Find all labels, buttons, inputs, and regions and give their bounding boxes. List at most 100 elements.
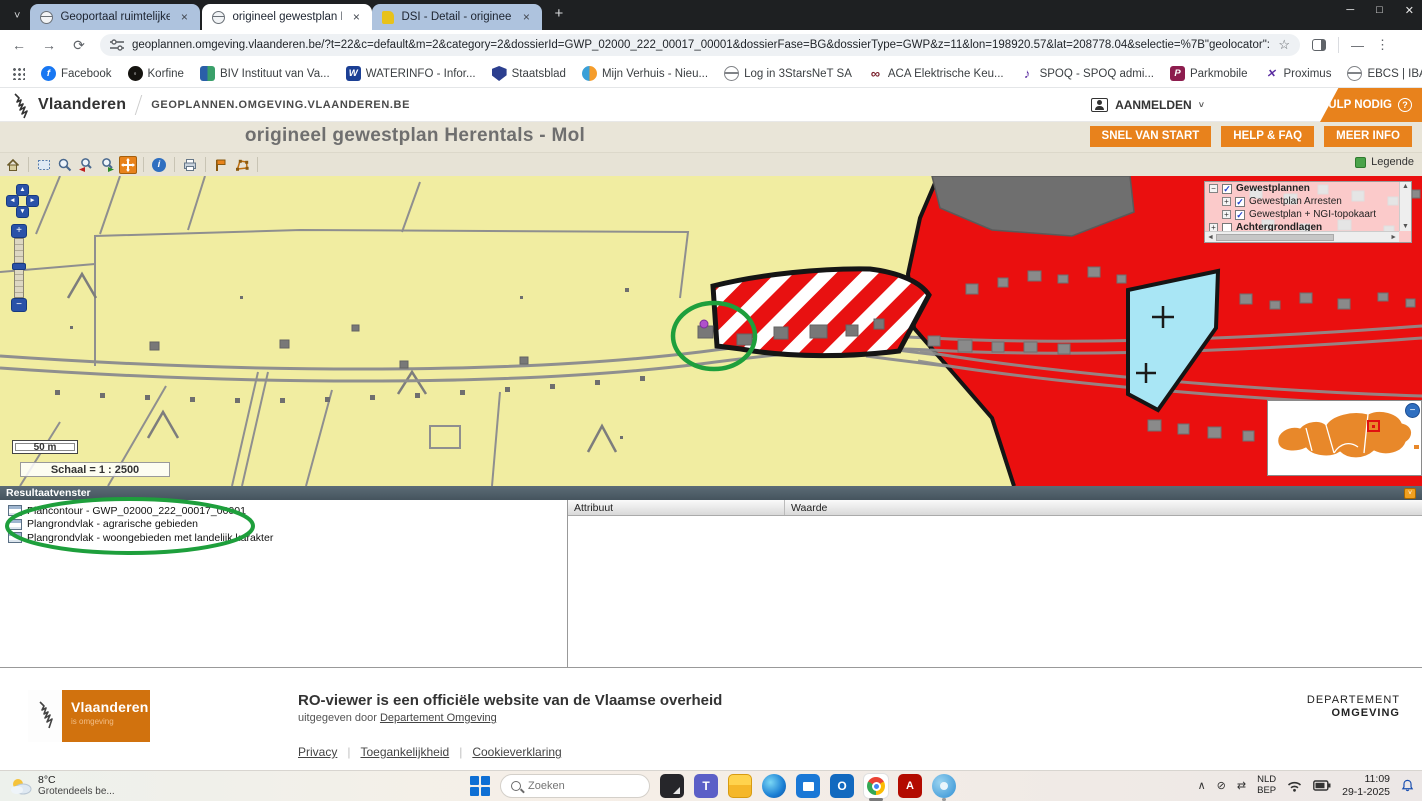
pan-tool-button[interactable] [119,156,137,174]
zoom-full-button[interactable] [56,156,74,174]
column-waarde[interactable]: Waarde [785,500,827,515]
zoom-thumb[interactable] [12,263,26,270]
tab-close-icon[interactable]: × [177,10,191,24]
browser-menu-icon[interactable]: ⋮ [1376,37,1389,53]
checkbox-checked[interactable]: ✓ [1235,210,1245,220]
apps-grid-icon[interactable] [12,67,25,80]
bookmark-waterinfo[interactable]: WWATERINFO - Infor... [346,66,476,81]
map-viewport[interactable]: ▲ ◄ ► ▼ + − − ✓ Gewestplannen + ✓ Gewest… [0,176,1422,486]
legende-button[interactable]: Legende [1355,156,1414,168]
bookmark-facebook[interactable]: fFacebook [41,66,112,81]
scroll-thumb[interactable] [1216,234,1334,241]
overview-collapse-button[interactable]: − [1405,403,1420,418]
side-panel-icon[interactable] [1312,39,1326,51]
brand-name[interactable]: Vlaanderen [38,96,126,114]
app-outlook[interactable]: O [830,774,854,798]
layer-group-gewestplannen[interactable]: − ✓ Gewestplannen [1205,182,1411,195]
new-tab-button[interactable]: + [554,5,563,22]
app-acrobat[interactable]: A [898,774,922,798]
window-minimize-button[interactable]: ─ [1346,4,1354,17]
tab-geoportaal[interactable]: Geoportaal ruimtelijke plannen × [30,4,200,30]
reload-icon[interactable]: ⟳ [70,37,88,54]
app-teams[interactable]: T [694,774,718,798]
tray-overflow-icon[interactable]: ∧ [1198,779,1206,792]
site-settings-icon[interactable] [110,39,124,51]
result-plancontour[interactable]: Plancontour - GWP_02000_222_00017_00001 [0,504,567,518]
measure-area-button[interactable] [233,156,251,174]
zoom-track[interactable] [14,238,24,298]
result-agrarisch[interactable]: Plangrondvlak - agrarische gebieden [0,518,567,532]
app-chrome-active[interactable] [864,774,888,798]
site-name[interactable]: GEOPLANNEN.OMGEVING.VLAANDEREN.BE [151,99,410,111]
tray-blocked-icon[interactable]: ⊘ [1217,779,1226,792]
bookmark-parkmobile[interactable]: PParkmobile [1170,66,1248,81]
toegankelijkheid-link[interactable]: Toegankelijkheid [360,745,449,759]
checkbox-checked[interactable]: ✓ [1235,197,1245,207]
privacy-link[interactable]: Privacy [298,745,337,759]
bookmark-biv[interactable]: BIV Instituut van Va... [200,66,330,81]
weather-widget[interactable]: 8°C Grotendeels be... [10,774,115,797]
window-maximize-button[interactable]: □ [1376,4,1383,17]
meer-info-button[interactable]: MEER INFO [1324,126,1412,147]
bookmark-korfine[interactable]: ◦Korfine [128,66,184,81]
cookieverklaring-link[interactable]: Cookieverklaring [472,745,561,759]
clock[interactable]: 11:0929-1-2025 [1342,773,1390,798]
print-button[interactable] [181,156,199,174]
bookmark-ebcs[interactable]: EBCS | IBAN Calcula... [1347,66,1422,81]
info-tool-button[interactable]: i [150,156,168,174]
results-collapse-button[interactable]: ˅ [1404,488,1416,499]
collapse-icon[interactable]: − [1209,184,1218,193]
zoom-out-button[interactable]: − [11,298,27,312]
start-button[interactable] [470,776,490,796]
url-field[interactable]: geoplannen.omgeving.vlaanderen.be/?t=22&… [100,34,1300,56]
help-faq-button[interactable]: HELP & FAQ [1221,126,1314,147]
login-button[interactable]: AANMELDEN ˅ [1091,88,1204,122]
tray-sync-icon[interactable]: ⇄ [1237,779,1246,792]
app-edge[interactable] [762,774,786,798]
column-attribuut[interactable]: Attribuut [568,500,785,515]
tab-close-icon[interactable]: × [519,10,533,24]
profile-chip[interactable]: — [1351,38,1364,53]
notifications-bell-icon[interactable] [1401,779,1414,792]
tab-search-chevron-icon[interactable]: ˅ [14,10,20,22]
tab-gewestplan-active[interactable]: origineel gewestplan Herentals × [202,4,372,30]
app-microsoft-store[interactable] [796,774,820,798]
bookmark-aca[interactable]: ∞ACA Elektrische Keu... [868,66,1004,81]
wifi-icon[interactable] [1287,780,1302,792]
zoom-next-button[interactable] [98,156,116,174]
taskbar-search[interactable] [500,774,650,798]
scroll-left-icon[interactable]: ◄ [1207,234,1214,241]
app-blue-circle[interactable] [932,774,956,798]
layer-gewestplan-arresten[interactable]: + ✓ Gewestplan Arresten [1205,195,1411,208]
scroll-up-icon[interactable]: ▲ [1402,183,1409,190]
bookmark-staatsblad[interactable]: Staatsblad [492,66,566,81]
scroll-right-icon[interactable]: ► [1390,234,1397,241]
vlaanderen-footer-logo[interactable]: Vlaanderen is omgeving [28,690,150,742]
checkbox-checked[interactable]: ✓ [1222,184,1232,194]
measure-distance-button[interactable] [212,156,230,174]
home-extent-button[interactable] [4,156,22,174]
pan-right-button[interactable]: ► [26,195,39,207]
bookmark-proximus[interactable]: ✕Proximus [1264,66,1332,81]
back-icon[interactable]: ← [10,37,28,53]
app-notepad-dark[interactable] [660,774,684,798]
language-indicator[interactable]: NLDBEP [1257,775,1276,797]
tab-dsi-detail[interactable]: DSI - Detail - origineel gewestp × [372,4,542,30]
zoom-in-button[interactable]: + [11,224,27,238]
search-input[interactable] [528,780,628,792]
scroll-down-icon[interactable]: ▼ [1402,223,1409,230]
departement-omgeving-link[interactable]: Departement Omgeving [380,712,497,724]
result-woongebied[interactable]: Plangrondvlak - woongebieden met landeli… [0,531,567,545]
bookmark-spoq[interactable]: ♪SPOQ - SPOQ admi... [1020,66,1154,81]
expand-icon[interactable]: + [1222,210,1231,219]
layer-gewestplan-ngi[interactable]: + ✓ Gewestplan + NGI-topokaart [1205,208,1411,221]
select-extent-button[interactable] [35,156,53,174]
tab-close-icon[interactable]: × [349,10,363,24]
snel-van-start-button[interactable]: SNEL VAN START [1090,126,1212,147]
pan-down-button[interactable]: ▼ [16,206,29,218]
zoom-previous-button[interactable] [77,156,95,174]
forward-icon[interactable]: → [40,37,58,53]
legend-vertical-scrollbar[interactable]: ▲ ▼ [1399,182,1411,231]
battery-icon[interactable] [1313,780,1331,791]
bookmark-3starsnet[interactable]: Log in 3StarsNeT SA [724,66,852,81]
